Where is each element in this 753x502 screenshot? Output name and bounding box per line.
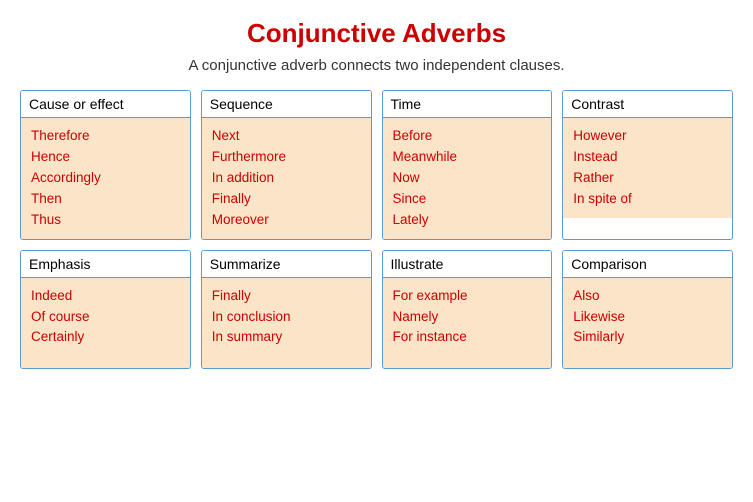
card-body-5: FinallyIn conclusionIn summary	[202, 278, 371, 368]
card-1-item-2: In addition	[212, 168, 361, 189]
card-0-item-2: Accordingly	[31, 168, 180, 189]
card-6-item-1: Namely	[393, 307, 542, 328]
card-3-item-3: In spite of	[573, 189, 722, 210]
card-3: ContrastHoweverInsteadRatherIn spite of	[562, 90, 733, 240]
card-7: ComparisonAlsoLikewiseSimilarly	[562, 250, 733, 369]
card-header-4: Emphasis	[21, 251, 190, 278]
card-header-5: Summarize	[202, 251, 371, 278]
card-body-1: NextFurthermoreIn additionFinallyMoreove…	[202, 118, 371, 239]
card-body-2: BeforeMeanwhileNowSinceLately	[383, 118, 552, 239]
card-1-item-4: Moreover	[212, 210, 361, 231]
card-6-item-0: For example	[393, 286, 542, 307]
card-3-item-2: Rather	[573, 168, 722, 189]
page-title: Conjunctive Adverbs	[247, 18, 506, 49]
card-4-item-1: Of course	[31, 307, 180, 328]
card-0-item-1: Hence	[31, 147, 180, 168]
card-2-item-1: Meanwhile	[393, 147, 542, 168]
subtitle: A conjunctive adverb connects two indepe…	[188, 57, 564, 74]
card-2-item-3: Since	[393, 189, 542, 210]
card-7-item-1: Likewise	[573, 307, 722, 328]
card-5-item-0: Finally	[212, 286, 361, 307]
card-7-item-2: Similarly	[573, 327, 722, 348]
card-6: IllustrateFor exampleNamelyFor instance	[382, 250, 553, 369]
card-header-0: Cause or effect	[21, 91, 190, 118]
card-1: SequenceNextFurthermoreIn additionFinall…	[201, 90, 372, 240]
card-2-item-4: Lately	[393, 210, 542, 231]
card-4: EmphasisIndeedOf courseCertainly	[20, 250, 191, 369]
card-header-7: Comparison	[563, 251, 732, 278]
card-3-item-0: However	[573, 126, 722, 147]
card-2-item-2: Now	[393, 168, 542, 189]
card-body-6: For exampleNamelyFor instance	[383, 278, 552, 368]
card-2: TimeBeforeMeanwhileNowSinceLately	[382, 90, 553, 240]
card-0: Cause or effectThereforeHenceAccordingly…	[20, 90, 191, 240]
card-2-item-0: Before	[393, 126, 542, 147]
card-3-item-1: Instead	[573, 147, 722, 168]
card-5-item-2: In summary	[212, 327, 361, 348]
card-0-item-3: Then	[31, 189, 180, 210]
card-body-4: IndeedOf courseCertainly	[21, 278, 190, 368]
card-7-item-0: Also	[573, 286, 722, 307]
card-1-item-0: Next	[212, 126, 361, 147]
card-body-0: ThereforeHenceAccordinglyThenThus	[21, 118, 190, 239]
card-0-item-0: Therefore	[31, 126, 180, 147]
card-body-7: AlsoLikewiseSimilarly	[563, 278, 732, 368]
card-4-item-0: Indeed	[31, 286, 180, 307]
cards-grid: Cause or effectThereforeHenceAccordingly…	[20, 90, 733, 369]
card-5: SummarizeFinallyIn conclusionIn summary	[201, 250, 372, 369]
card-0-item-4: Thus	[31, 210, 180, 231]
card-header-1: Sequence	[202, 91, 371, 118]
card-header-3: Contrast	[563, 91, 732, 118]
card-5-item-1: In conclusion	[212, 307, 361, 328]
card-1-item-1: Furthermore	[212, 147, 361, 168]
card-header-2: Time	[383, 91, 552, 118]
card-6-item-2: For instance	[393, 327, 542, 348]
card-4-item-2: Certainly	[31, 327, 180, 348]
card-1-item-3: Finally	[212, 189, 361, 210]
card-body-3: HoweverInsteadRatherIn spite of	[563, 118, 732, 218]
card-header-6: Illustrate	[383, 251, 552, 278]
